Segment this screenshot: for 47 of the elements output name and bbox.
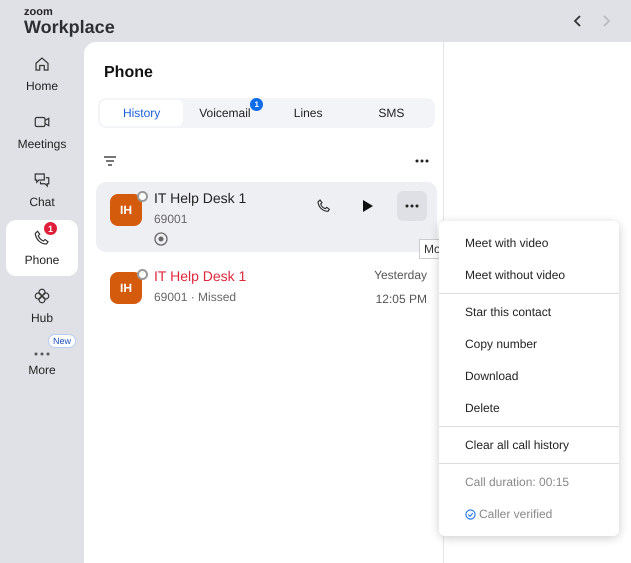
call-date: Yesterday xyxy=(374,268,427,282)
call-detail: 69001 xyxy=(154,212,188,226)
hub-icon xyxy=(33,287,51,305)
page-title: Phone xyxy=(104,64,154,82)
nav-item[interactable]: New More xyxy=(6,336,78,392)
nav-item[interactable]: Chat xyxy=(6,162,78,218)
nav-item[interactable]: Home xyxy=(6,46,78,102)
presence-icon xyxy=(137,269,148,280)
filter-icon[interactable] xyxy=(104,156,116,166)
brand-small: zoom xyxy=(24,6,54,18)
tab[interactable]: Lines xyxy=(266,100,350,126)
more-options-icon xyxy=(415,159,429,163)
tab[interactable]: History xyxy=(100,100,184,126)
more-button[interactable] xyxy=(397,191,427,221)
call-row[interactable]: IH IT Help Desk 1 69001 · Missed Yesterday 12:05 PM xyxy=(96,260,437,312)
back-button[interactable] xyxy=(573,14,583,28)
avatar: IH xyxy=(110,194,142,226)
call-time: 12:05 PM xyxy=(376,292,427,306)
home-icon xyxy=(33,55,51,73)
more-icon xyxy=(33,351,51,357)
play-icon xyxy=(362,199,374,213)
menu-item[interactable]: Star this contact xyxy=(439,296,619,328)
verified-label: Caller verified xyxy=(479,507,552,521)
caller-name: IT Help Desk 1 xyxy=(154,268,246,284)
menu-item[interactable]: Meet without video xyxy=(439,259,619,291)
call-duration: Call duration: 00:15 xyxy=(464,474,570,491)
presence-icon xyxy=(137,191,148,202)
nav-item[interactable]: Hub xyxy=(6,278,78,334)
tab[interactable]: Voicemail 1 xyxy=(183,100,266,126)
new-tag: New xyxy=(48,334,76,348)
brand-name: Workplace xyxy=(24,18,115,36)
nav-item[interactable]: Meetings xyxy=(6,104,78,160)
verified-icon xyxy=(465,508,476,520)
chat-icon xyxy=(33,171,51,189)
more-icon xyxy=(405,204,419,208)
menu-item[interactable]: Copy number xyxy=(439,328,619,360)
caller-name: IT Help Desk 1 xyxy=(154,190,246,206)
menu-item[interactable]: Clear all call history xyxy=(439,429,619,461)
notification-badge: 1 xyxy=(250,98,264,111)
notification-badge: 1 xyxy=(44,222,57,235)
menu-item[interactable]: Download xyxy=(439,360,619,392)
nav-item[interactable]: Phone 1 xyxy=(6,220,78,276)
tab[interactable]: SMS xyxy=(350,100,433,126)
phone-icon xyxy=(316,198,332,214)
avatar: IH xyxy=(110,272,142,304)
call-detail: 69001 · Missed xyxy=(154,290,236,304)
menu-item[interactable]: Delete xyxy=(439,392,619,424)
